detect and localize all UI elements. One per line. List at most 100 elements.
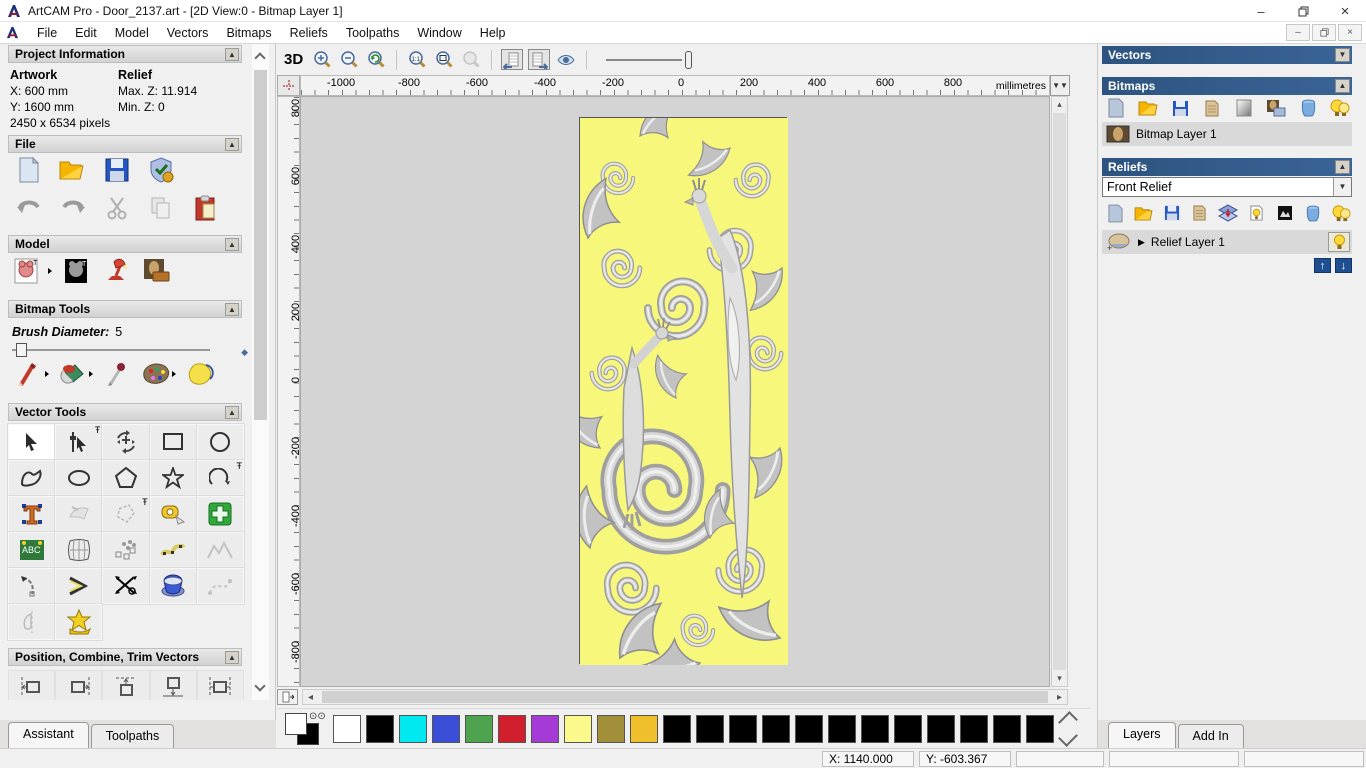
collapse-position-button[interactable]: ▲: [225, 650, 239, 664]
palette-swatch-19[interactable]: [960, 714, 988, 743]
collapse-vector-tools-button[interactable]: ▲: [225, 405, 239, 419]
zoom-selection-disabled-icon[interactable]: [460, 49, 482, 70]
create-boundary-tool[interactable]: [148, 567, 198, 605]
canvas-vertical-scrollbar[interactable]: ▴ ▾: [1051, 96, 1068, 687]
primary-secondary-colour-selector[interactable]: ⊙⊙: [283, 711, 326, 747]
collapse-file-button[interactable]: ▲: [225, 137, 239, 151]
block-centre-tool[interactable]: [195, 495, 246, 533]
palette-swatch-2[interactable]: [399, 714, 427, 743]
align-top-tool[interactable]: [102, 670, 150, 700]
bitmap-to-relief-icon[interactable]: [1264, 97, 1288, 119]
relief-artwork[interactable]: [579, 117, 788, 665]
scroll-left-arrow-icon[interactable]: ◂: [303, 692, 318, 703]
save-bitmap-layer-icon[interactable]: [1168, 97, 1192, 119]
measure-tool[interactable]: [148, 495, 198, 533]
palette-swatch-14[interactable]: [795, 714, 823, 743]
lighting-setup-icon[interactable]: [102, 257, 132, 285]
bitmap-tools-header[interactable]: Bitmap Tools ▲: [8, 300, 242, 318]
palette-swatch-20[interactable]: [993, 714, 1021, 743]
palette-swatch-18[interactable]: [927, 714, 955, 743]
menu-edit[interactable]: Edit: [66, 23, 106, 43]
pick-colour-icon[interactable]: [102, 360, 132, 388]
expand-vectors-button[interactable]: ▼: [1335, 48, 1350, 62]
menu-model[interactable]: Model: [106, 23, 158, 43]
attenuation-slider-handle[interactable]: [685, 50, 693, 69]
scroll-up-icon[interactable]: [254, 52, 266, 64]
toggle-colour-attenuation-icon[interactable]: [555, 49, 577, 70]
primary-colour-swatch[interactable]: [285, 712, 307, 735]
palette-flyout-arrow[interactable]: [172, 371, 176, 377]
delete-relief-layer-icon[interactable]: [1302, 202, 1324, 224]
fit-arcs-tool[interactable]: [6, 567, 57, 605]
palette-swatch-12[interactable]: [729, 714, 757, 743]
inverted-greyscale-icon[interactable]: T: [62, 257, 92, 285]
tab-layers[interactable]: Layers: [1108, 722, 1176, 748]
greyscale-from-model-icon[interactable]: T: [12, 257, 42, 285]
vector-sheet-tool-disabled[interactable]: Ŧ: [101, 495, 151, 533]
open-model-icon[interactable]: [58, 156, 88, 184]
switch-3d-view-button[interactable]: 3D: [281, 51, 306, 68]
model-properties-icon[interactable]: [146, 156, 176, 184]
flood-fill-icon[interactable]: [58, 360, 88, 388]
assistant-scroll-thumb[interactable]: [254, 70, 267, 420]
bitmaps-panel-header[interactable]: Bitmaps ▲: [1102, 77, 1352, 95]
collapse-model-button[interactable]: ▲: [225, 237, 239, 251]
tab-add-in[interactable]: Add In: [1177, 724, 1244, 748]
create-ellipse-tool[interactable]: [54, 459, 104, 497]
vector-tools-header[interactable]: Vector Tools ▲: [8, 403, 242, 421]
combo-dropdown-icon[interactable]: ▼: [1333, 178, 1351, 196]
palette-swatch-7[interactable]: [564, 714, 592, 743]
relief-layer-row[interactable]: + ▶ Relief Layer 1: [1102, 230, 1352, 254]
wrap-text-tool-disabled[interactable]: [54, 495, 104, 533]
toggle-relief-visibility-bulbs-icon[interactable]: [1330, 202, 1352, 224]
previous-bitmap-layer-button[interactable]: [501, 49, 524, 70]
block-paste-tool[interactable]: [101, 531, 151, 569]
create-arc-tool[interactable]: Ŧ: [195, 459, 246, 497]
zoom-in-icon[interactable]: [311, 49, 333, 70]
greyscale-view-icon[interactable]: [1274, 202, 1296, 224]
palette-swatch-9[interactable]: [630, 714, 658, 743]
canvas-horizontal-scrollbar[interactable]: ◂ ▸: [302, 689, 1068, 705]
palette-scroll-down-icon[interactable]: [1058, 726, 1078, 747]
palette-swatch-5[interactable]: [498, 714, 526, 743]
palette-swatch-16[interactable]: [861, 714, 889, 743]
toggle-all-reliefs-icon[interactable]: [1189, 202, 1211, 224]
brush-diameter-slider[interactable]: [12, 343, 210, 357]
create-star-tool[interactable]: [148, 459, 198, 497]
assistant-scrollbar[interactable]: [252, 44, 269, 700]
create-polygon-tool[interactable]: [101, 459, 151, 497]
vertical-scroll-thumb[interactable]: [1053, 113, 1066, 670]
save-relief-layer-icon[interactable]: [1161, 202, 1183, 224]
spline-tool-disabled[interactable]: [195, 567, 246, 605]
next-bitmap-layer-button[interactable]: [528, 49, 551, 70]
bitmap-layer-row[interactable]: Bitmap Layer 1: [1102, 122, 1352, 146]
attenuation-slider[interactable]: [606, 50, 694, 70]
create-polyline-tool[interactable]: [6, 459, 57, 497]
reliefs-panel-header[interactable]: Reliefs ▲: [1102, 158, 1352, 176]
menu-help[interactable]: Help: [471, 23, 515, 43]
active-relief-combobox[interactable]: Front Relief ▼: [1102, 177, 1352, 197]
zoom-previous-icon[interactable]: [365, 49, 387, 70]
palette-swatch-11[interactable]: [696, 714, 724, 743]
transform-vectors-tool[interactable]: [101, 423, 151, 461]
paste-icon[interactable]: [190, 194, 220, 222]
scroll-down-icon[interactable]: [254, 680, 266, 692]
palette-swatch-13[interactable]: [762, 714, 790, 743]
scroll-right-arrow-icon[interactable]: ▸: [1052, 692, 1067, 703]
palette-swatch-17[interactable]: [894, 714, 922, 743]
node-editing-tool[interactable]: Ŧ: [54, 423, 104, 461]
mdi-close-button[interactable]: ×: [1338, 24, 1362, 41]
toggle-all-bitmaps-icon[interactable]: [1200, 97, 1224, 119]
model-section-header[interactable]: Model ▲: [8, 235, 242, 253]
brush-slider-thumb[interactable]: [16, 343, 27, 357]
colour-palette-icon[interactable]: [141, 360, 171, 388]
wrap-vectors-tool[interactable]: [54, 603, 104, 641]
close-button[interactable]: ×: [1324, 0, 1366, 22]
minimize-button[interactable]: –: [1240, 0, 1282, 22]
position-combine-trim-header[interactable]: Position, Combine, Trim Vectors ▲: [8, 648, 242, 666]
ruler-origin-button[interactable]: [277, 75, 300, 96]
create-circle-tool[interactable]: [195, 423, 246, 461]
model-flyout-arrow[interactable]: [48, 268, 52, 274]
text-block-tool[interactable]: ABC: [6, 531, 57, 569]
paste-along-curve-tool[interactable]: [148, 531, 198, 569]
